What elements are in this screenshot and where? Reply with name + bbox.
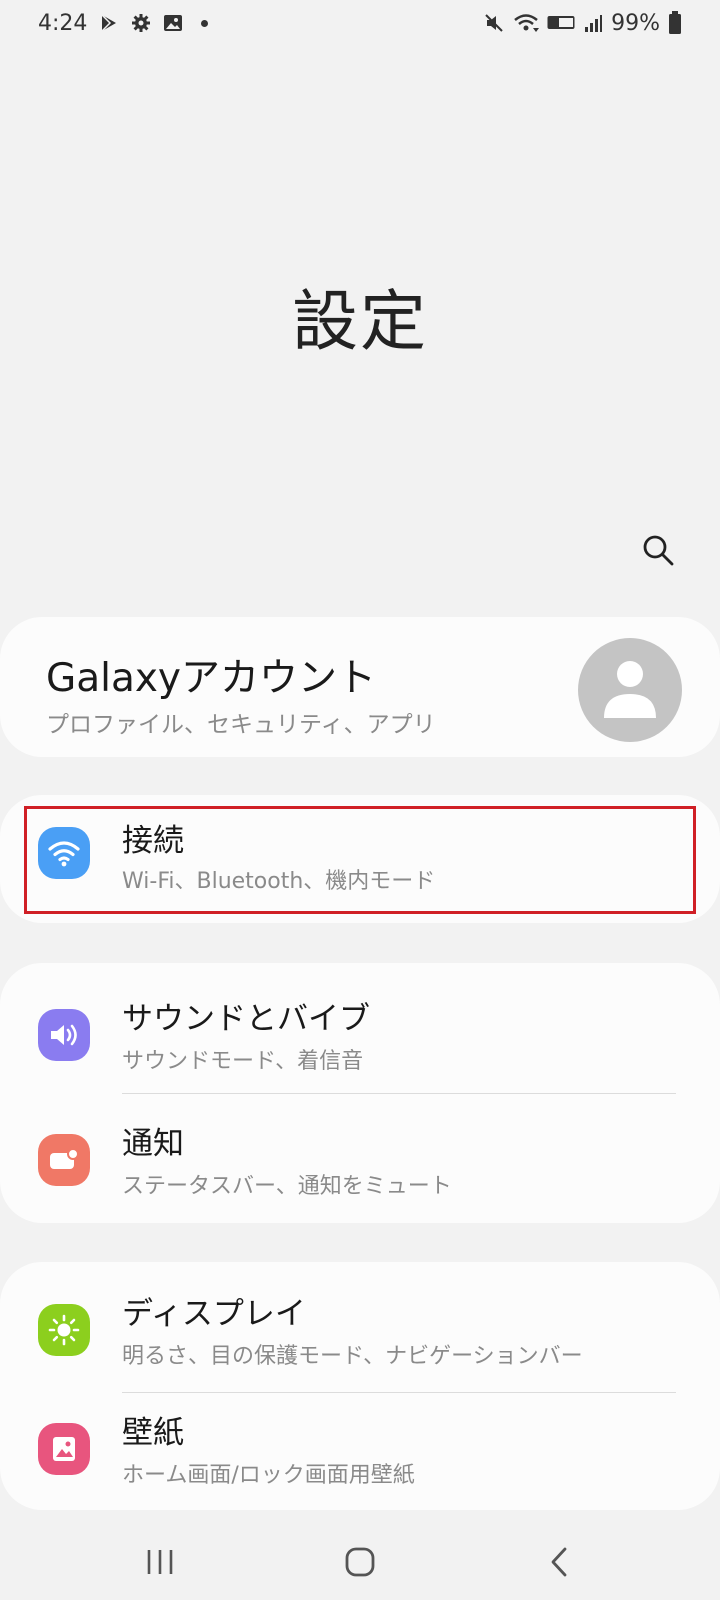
wallpaper-subtitle: ホーム画面/ロック画面用壁紙 [122,1463,415,1488]
recent-apps-button[interactable] [130,1532,190,1592]
gear-icon [131,13,151,33]
account-title: Galaxyアカウント [46,656,377,701]
wallpaper-icon [38,1423,90,1475]
display-title: ディスプレイ [122,1296,306,1332]
play-store-icon [99,13,119,33]
settings-screen: 4:24 99% 設定 Galaxyアカウント プロファイル、セキュリティ、アプ… [0,0,720,1600]
notifications-title: 通知 [122,1126,184,1162]
search-icon [643,535,674,566]
image-icon [163,13,183,33]
page-title: 設定 [292,283,428,360]
wifi-icon [513,12,540,34]
menu-item-sound[interactable]: サウンドとバイブ サウンドモード、着信音 [0,963,720,1091]
recent-apps-icon [147,1550,173,1574]
avatar[interactable] [578,638,682,742]
account-row: Galaxyアカウント プロファイル、セキュリティ、アプリ [46,617,666,757]
home-icon [345,1547,375,1577]
sound-subtitle: サウンドモード、着信音 [122,1049,364,1074]
battery-percent: 99% [611,10,660,36]
signal-icon [583,13,603,33]
menu-item-notifications[interactable]: 通知 ステータスバー、通知をミュート [0,1094,720,1222]
sound-title: サウンドとバイブ [122,1001,370,1037]
sound-notifications-card: サウンドとバイブ サウンドモード、着信音 通知 ステータスバー、通知をミュート [0,963,720,1223]
back-button[interactable] [530,1532,590,1592]
speaker-icon [38,1009,90,1061]
volte-icon [547,14,575,32]
battery-icon [668,11,682,35]
highlight-box [24,806,696,914]
home-button[interactable] [330,1532,390,1592]
brightness-icon [38,1304,90,1356]
navigation-bar [0,1518,720,1600]
status-right: 99% [483,11,682,36]
wallpaper-title: 壁紙 [122,1415,184,1451]
back-icon [551,1547,567,1577]
notification-icon [38,1134,90,1186]
display-subtitle: 明るさ、目の保護モード、ナビゲーションバー [122,1344,583,1369]
mute-icon [483,12,505,34]
menu-item-wallpaper[interactable]: 壁紙 ホーム画面/ロック画面用壁紙 [0,1393,720,1521]
person-icon [604,661,656,718]
status-left: 4:24 [38,10,209,36]
notifications-subtitle: ステータスバー、通知をミュート [122,1174,452,1199]
account-subtitle: プロファイル、セキュリティ、アプリ [46,712,436,738]
search-button[interactable] [636,528,680,572]
dot-icon [201,19,209,27]
menu-item-display[interactable]: ディスプレイ 明るさ、目の保護モード、ナビゲーションバー [0,1262,720,1390]
status-time: 4:24 [38,10,88,36]
status-bar: 4:24 99% [0,0,720,46]
display-wallpaper-card: ディスプレイ 明るさ、目の保護モード、ナビゲーションバー 壁紙 ホーム画面/ロッ… [0,1262,720,1510]
